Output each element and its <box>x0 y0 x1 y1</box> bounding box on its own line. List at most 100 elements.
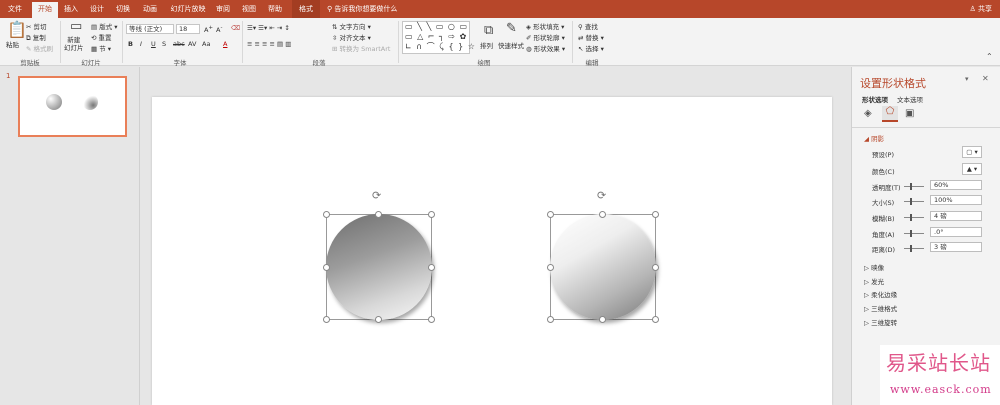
rotate-handle-icon[interactable]: ⟳ <box>597 189 606 202</box>
resize-handle[interactable] <box>652 211 659 218</box>
convert-smartart-button[interactable]: ⊞ 转换为 SmartArt <box>332 43 390 53</box>
resize-handle[interactable] <box>323 211 330 218</box>
tab-view[interactable]: 视图 <box>238 0 260 18</box>
blur-slider[interactable] <box>904 214 924 221</box>
replace-button[interactable]: ⇄ 替换 ▾ <box>578 32 604 42</box>
fill-line-icon[interactable]: ◈ <box>864 108 872 119</box>
3d-rotation-section[interactable]: ▷ 三维旋转 <box>864 317 897 327</box>
bold-button[interactable]: B <box>128 40 133 48</box>
tab-text-options[interactable]: 文本选项 <box>897 94 923 104</box>
effects-pentagon-icon[interactable]: ⬠ <box>882 106 898 122</box>
shape-fill-button[interactable]: ◈ 形状填充 ▾ <box>526 21 564 31</box>
slide-canvas[interactable] <box>152 97 832 405</box>
font-size-select[interactable]: 18 <box>176 24 200 34</box>
underline-button[interactable]: U <box>151 40 156 48</box>
change-case-button[interactable]: Aa <box>202 40 210 48</box>
shadow-text-button[interactable]: S <box>162 40 166 48</box>
blur-input[interactable]: 4 磅 <box>930 211 982 221</box>
align-icons[interactable]: ≡ ≡ ≡ ≡ ▤ ▥ <box>247 40 291 48</box>
find-button[interactable]: ⚲ 查找 <box>578 21 598 31</box>
size-input[interactable]: 100% <box>930 195 982 205</box>
distance-slider[interactable] <box>904 245 924 252</box>
tab-help[interactable]: 帮助 <box>264 0 286 18</box>
reflection-section[interactable]: ▷ 映像 <box>864 262 884 272</box>
collapse-ribbon-icon[interactable]: ⌃ <box>986 52 993 62</box>
resize-handle[interactable] <box>428 316 435 323</box>
paste-button[interactable]: 粘贴 <box>6 39 19 49</box>
resize-handle[interactable] <box>652 264 659 271</box>
shrink-font-button[interactable]: A- <box>216 25 222 34</box>
paste-icon[interactable]: 📋 <box>7 22 27 38</box>
tab-animations[interactable]: 动画 <box>138 0 162 18</box>
shapes-gallery[interactable]: ▭ ╲ ╲ ▭ ○ ▭ ▭ △ ⌐ ┐ ⇨ ✿ ∟ ∩ ⌒ ⤹ { } ☆ <box>402 21 475 54</box>
section-button[interactable]: ▦ 节 ▾ <box>91 43 111 53</box>
transparency-slider[interactable] <box>904 183 924 190</box>
tell-me-search[interactable]: ⚲ 告诉我你想要做什么 <box>327 0 397 18</box>
strikethrough-button[interactable]: abc <box>173 40 185 48</box>
gradient-circle-left[interactable] <box>326 214 432 320</box>
rotate-handle-icon[interactable]: ⟳ <box>372 189 381 202</box>
shape-outline-button[interactable]: ✐ 形状轮廓 ▾ <box>526 32 565 42</box>
gradient-circle-right[interactable] <box>550 214 656 320</box>
resize-handle[interactable] <box>323 316 330 323</box>
soft-edges-section[interactable]: ▷ 柔化边缘 <box>864 289 897 299</box>
char-spacing-button[interactable]: AV <box>188 40 196 48</box>
resize-handle[interactable] <box>428 264 435 271</box>
text-direction-button[interactable]: ⇅ 文字方向 ▾ <box>332 21 371 31</box>
arrange-icon[interactable]: ⧉ <box>484 24 493 37</box>
transparency-input[interactable]: 60% <box>930 180 982 190</box>
format-painter-button[interactable]: ✎ 格式刷 <box>26 43 53 53</box>
arrange-button[interactable]: 排列 <box>480 40 493 50</box>
reset-button[interactable]: ⟲ 重置 <box>91 32 112 42</box>
shadow-section-header[interactable]: ◢ 阴影 <box>864 133 884 143</box>
copy-button[interactable]: ⧉ 复制 <box>26 32 46 43</box>
cut-button[interactable]: ✂ 剪切 <box>26 21 47 31</box>
font-color-button[interactable]: A <box>223 40 227 48</box>
color-dropdown[interactable]: ▲ ▾ <box>962 163 982 175</box>
distance-input[interactable]: 3 磅 <box>930 242 982 252</box>
font-name-select[interactable]: 等线 (正文) <box>126 24 174 34</box>
clear-format-icon[interactable]: ⌫ <box>231 24 240 32</box>
resize-handle[interactable] <box>652 316 659 323</box>
shape-effects-button[interactable]: ◍ 形状效果 ▾ <box>526 43 565 53</box>
tab-home[interactable]: 开始 <box>32 2 58 18</box>
tab-file[interactable]: 文件 <box>0 0 30 18</box>
slide-thumbnail[interactable] <box>18 76 127 137</box>
resize-handle[interactable] <box>375 211 382 218</box>
resize-handle[interactable] <box>599 316 606 323</box>
3d-format-section[interactable]: ▷ 三维格式 <box>864 303 897 313</box>
resize-handle[interactable] <box>599 211 606 218</box>
italic-button[interactable]: I <box>140 40 142 48</box>
tab-slideshow[interactable]: 幻灯片放映 <box>166 0 210 18</box>
resize-handle[interactable] <box>375 316 382 323</box>
tab-shape-options[interactable]: 形状选项 <box>862 94 888 104</box>
glow-section[interactable]: ▷ 发光 <box>864 276 884 286</box>
tab-insert[interactable]: 插入 <box>60 0 82 18</box>
angle-input[interactable]: .0° <box>930 227 982 237</box>
select-button[interactable]: ↖ 选择 ▾ <box>578 43 604 53</box>
tab-review[interactable]: 审阅 <box>212 0 234 18</box>
tab-transitions[interactable]: 切换 <box>112 0 134 18</box>
resize-handle[interactable] <box>547 211 554 218</box>
quick-styles-icon[interactable]: ✎ <box>506 22 517 35</box>
align-text-button[interactable]: ⇳ 对齐文本 ▾ <box>332 32 371 42</box>
resize-handle[interactable] <box>428 211 435 218</box>
tab-design[interactable]: 设计 <box>86 0 108 18</box>
resize-handle[interactable] <box>323 264 330 271</box>
angle-slider[interactable] <box>904 230 924 237</box>
preset-dropdown[interactable]: ▢ ▾ <box>962 146 982 158</box>
share-button[interactable]: ♙ 共享 <box>969 0 992 18</box>
pane-options-icon[interactable]: ▾ <box>965 75 969 83</box>
size-properties-icon[interactable]: ▣ <box>905 108 914 119</box>
close-icon[interactable]: ✕ <box>982 74 989 83</box>
tab-format[interactable]: 格式 <box>292 0 320 18</box>
bullets-icon[interactable]: ☰▾ ☰▾ ⇤ ⇥ ↕ <box>247 24 290 32</box>
grow-font-button[interactable]: A+ <box>204 25 213 34</box>
resize-handle[interactable] <box>547 264 554 271</box>
resize-handle[interactable] <box>547 316 554 323</box>
quick-styles-button[interactable]: 快速样式 <box>498 40 524 50</box>
layout-button[interactable]: ▤ 版式 ▾ <box>91 21 118 31</box>
new-slide-icon[interactable]: ▭ <box>70 20 82 33</box>
new-slide-button[interactable]: 新建 幻灯片 <box>64 36 84 52</box>
size-slider[interactable] <box>904 198 924 205</box>
